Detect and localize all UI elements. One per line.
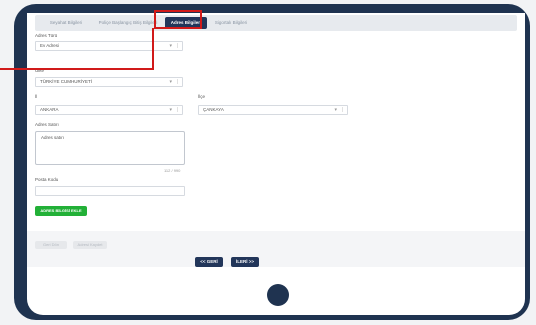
footer-area: Geri Dön Adresi Kaydet << GERİ İLERİ >>	[27, 231, 525, 267]
chevron-down-icon: ▾	[334, 107, 337, 113]
district-value: ÇANKAYA	[203, 107, 224, 112]
app-screen: Seyahat Bilgileri Poliçe Başlangıç Bitiş…	[27, 13, 525, 267]
city-select[interactable]: ANKARA ▾ |	[35, 105, 183, 115]
city-value: ANKARA	[40, 107, 59, 112]
highlight-pointer-line	[0, 68, 154, 70]
city-label: İl	[35, 94, 38, 99]
postal-code-input[interactable]	[35, 186, 185, 196]
separator-icon: |	[176, 43, 178, 49]
address-line-value: Adres satırı	[41, 135, 65, 140]
chevron-down-icon: ▾	[169, 79, 172, 85]
district-select[interactable]: ÇANKAYA ▾ |	[198, 105, 348, 115]
add-address-button[interactable]: ADRES BİLGİSİ EKLE	[35, 206, 87, 216]
back-button[interactable]: << GERİ	[195, 257, 223, 267]
address-line-label: Adres Satırı	[35, 122, 59, 127]
address-type-label: Adres Türü	[35, 33, 58, 38]
char-counter: 112 / 990	[164, 168, 181, 173]
district-label: İlçe	[198, 94, 206, 99]
save-address-ghost-button[interactable]: Adresi Kaydet	[73, 241, 107, 249]
back-ghost-button[interactable]: Geri Dön	[35, 241, 67, 249]
chevron-down-icon: ▾	[169, 107, 172, 113]
chevron-down-icon: ▾	[169, 43, 172, 49]
next-button[interactable]: İLERİ >>	[231, 257, 259, 267]
separator-icon: |	[176, 79, 178, 85]
address-line-textarea[interactable]: Adres satırı	[35, 131, 185, 165]
country-select[interactable]: TÜRKİYE CUMHURİYETİ ▾ |	[35, 77, 183, 87]
active-tab-highlight	[154, 10, 202, 29]
separator-icon: |	[176, 107, 178, 113]
separator-icon: |	[341, 107, 343, 113]
address-type-select[interactable]: Ev Adresi ▾ |	[35, 41, 183, 51]
country-value: TÜRKİYE CUMHURİYETİ	[40, 79, 93, 84]
highlight-connector	[152, 28, 154, 70]
home-button[interactable]	[267, 284, 289, 306]
step-tabs: Seyahat Bilgileri Poliçe Başlangıç Bitiş…	[35, 15, 517, 31]
address-type-value: Ev Adresi	[40, 43, 60, 48]
tab-travel-info[interactable]: Seyahat Bilgileri	[39, 17, 93, 29]
postal-code-label: Posta Kodu	[35, 177, 59, 182]
tab-insured-info[interactable]: Sigortalı Bilgileri	[211, 17, 251, 29]
